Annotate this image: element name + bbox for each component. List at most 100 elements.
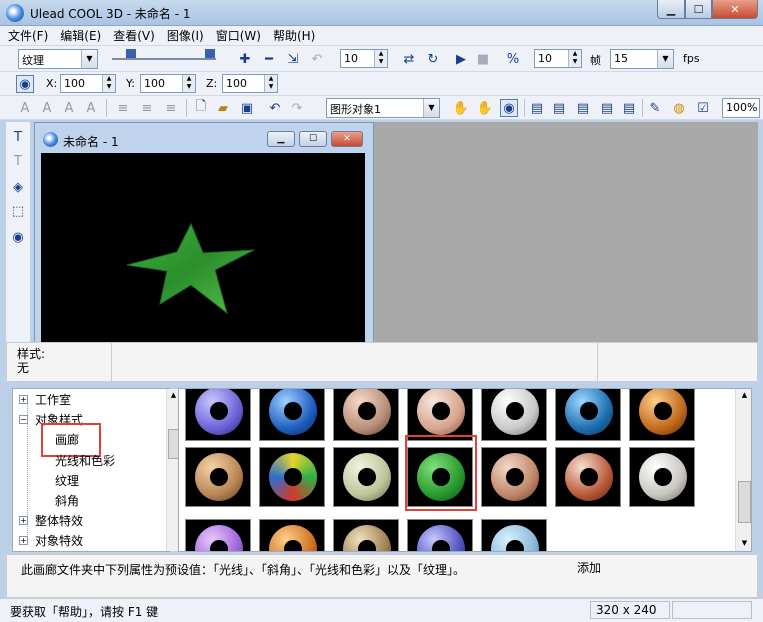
- gallery-thumb[interactable]: [185, 519, 251, 551]
- paint-icon[interactable]: ✎: [646, 99, 664, 117]
- split-keyframe-icon[interactable]: ⇲: [284, 50, 302, 68]
- gallery-thumb[interactable]: [333, 519, 399, 551]
- add-button[interactable]: 添加: [577, 559, 601, 576]
- scroll-thumb[interactable]: [738, 481, 751, 523]
- close-button[interactable]: ✕: [712, 0, 758, 19]
- gallery-thumb[interactable]: [259, 519, 325, 551]
- insert-graphic-icon[interactable]: ◈: [9, 178, 27, 196]
- gallery-thumb[interactable]: [259, 389, 325, 441]
- chevron-down-icon[interactable]: ▼: [657, 50, 673, 68]
- hand-icon[interactable]: ✋: [452, 99, 470, 117]
- timeline-start-marker[interactable]: [126, 49, 136, 58]
- remove-keyframe-icon[interactable]: ━: [260, 50, 278, 68]
- gallery-thumb[interactable]: [333, 389, 399, 441]
- zoom-field[interactable]: 100%: [722, 98, 760, 118]
- y-spin[interactable]: 100 ▲ ▼: [140, 74, 196, 93]
- gallery-thumb[interactable]: [481, 389, 547, 441]
- spin-arrows-icon[interactable]: ▲ ▼: [182, 75, 195, 92]
- arrange-backward-icon[interactable]: ▤: [574, 99, 592, 117]
- expand-icon[interactable]: +: [19, 516, 28, 525]
- tree-item-light-color[interactable]: 光线和色彩: [55, 452, 115, 469]
- undo-icon[interactable]: ↶: [266, 99, 284, 117]
- stop-icon[interactable]: ■: [474, 50, 492, 68]
- globe-icon[interactable]: ◍: [670, 99, 688, 117]
- style-combo[interactable]: 纹理 ▼: [18, 49, 98, 69]
- chevron-down-icon[interactable]: ▼: [423, 99, 439, 117]
- insert-text-icon[interactable]: T: [9, 128, 27, 146]
- gallery-thumb[interactable]: [259, 447, 325, 507]
- gallery-thumb[interactable]: [333, 447, 399, 507]
- x-spin[interactable]: 100 ▲ ▼: [60, 74, 116, 93]
- scroll-down-icon[interactable]: ▼: [739, 539, 750, 549]
- collapse-icon[interactable]: −: [19, 415, 28, 424]
- rotate-hand-icon[interactable]: ✋: [476, 99, 494, 117]
- star-object[interactable]: [41, 153, 365, 343]
- gallery-thumb[interactable]: [407, 389, 473, 441]
- menu-window[interactable]: 窗口(W): [216, 27, 261, 44]
- keyframe-spin[interactable]: 10 ▲ ▼: [340, 49, 388, 68]
- expand-icon[interactable]: +: [19, 395, 28, 404]
- gallery-thumb[interactable]: [185, 447, 251, 507]
- gallery-thumb[interactable]: [629, 389, 695, 441]
- text-spacing-icon[interactable]: A: [60, 99, 78, 117]
- timeline-end-marker[interactable]: [205, 49, 215, 58]
- reverse-icon[interactable]: ↶: [308, 50, 326, 68]
- maximize-button[interactable]: ☐: [685, 0, 712, 19]
- menu-view[interactable]: 查看(V): [113, 27, 155, 44]
- arrange-forward-icon[interactable]: ▤: [550, 99, 568, 117]
- gallery-scrollbar[interactable]: ▲ ▼: [735, 389, 751, 551]
- new-file-icon[interactable]: 🗋: [192, 99, 210, 117]
- loop-icon[interactable]: ⇄: [400, 50, 418, 68]
- arrange-front-icon[interactable]: ▤: [528, 99, 546, 117]
- menu-edit[interactable]: 编辑(E): [60, 27, 101, 44]
- move-object-icon[interactable]: ◉: [500, 99, 518, 117]
- gallery-thumb[interactable]: [481, 519, 547, 551]
- minimize-button[interactable]: ▁: [657, 0, 685, 19]
- expand-icon[interactable]: +: [19, 536, 28, 545]
- frame-count-spin[interactable]: 10 ▲ ▼: [534, 49, 582, 68]
- fps-combo[interactable]: 15 ▼: [610, 49, 674, 69]
- tree-item-bevel[interactable]: 斜角: [55, 492, 79, 509]
- eye-icon[interactable]: ◉: [9, 228, 27, 246]
- menu-image[interactable]: 图像(I): [167, 27, 204, 44]
- object-combo[interactable]: 图形对象1 ▼: [326, 98, 440, 118]
- timeline-slider-track[interactable]: [112, 58, 216, 60]
- arrange-back-icon[interactable]: ▤: [598, 99, 616, 117]
- doc-maximize-button[interactable]: ☐: [299, 131, 327, 147]
- add-keyframe-icon[interactable]: ✚: [236, 50, 254, 68]
- gallery-thumb[interactable]: [555, 389, 621, 441]
- spin-arrows-icon[interactable]: ▲ ▼: [264, 75, 277, 92]
- chevron-down-icon[interactable]: ▼: [81, 50, 97, 68]
- align-left-icon[interactable]: ≡: [114, 99, 132, 117]
- gallery-thumb[interactable]: [555, 447, 621, 507]
- move-object-icon[interactable]: ◉: [16, 75, 34, 93]
- spin-arrows-icon[interactable]: ▲ ▼: [568, 50, 581, 67]
- save-icon[interactable]: ▣: [238, 99, 256, 117]
- gallery-thumb[interactable]: [185, 389, 251, 441]
- text-bold-icon[interactable]: A: [16, 99, 34, 117]
- spin-arrows-icon[interactable]: ▲ ▼: [102, 75, 115, 92]
- render-canvas[interactable]: [41, 153, 365, 343]
- scroll-up-icon[interactable]: ▲: [739, 391, 750, 401]
- menu-file[interactable]: 文件(F): [8, 27, 48, 44]
- text-height-icon[interactable]: A: [82, 99, 100, 117]
- tree-item-texture[interactable]: 纹理: [55, 472, 79, 489]
- percent-icon[interactable]: %: [504, 50, 522, 68]
- text-italic-icon[interactable]: A: [38, 99, 56, 117]
- z-spin[interactable]: 100 ▲ ▼: [222, 74, 278, 93]
- gallery-thumb[interactable]: [407, 519, 473, 551]
- menu-help[interactable]: 帮助(H): [273, 27, 315, 44]
- edit-text-icon[interactable]: T: [9, 152, 27, 170]
- arrange-group-icon[interactable]: ▤: [620, 99, 638, 117]
- gallery-thumb[interactable]: [629, 447, 695, 507]
- doc-minimize-button[interactable]: ▁: [267, 131, 295, 147]
- align-center-icon[interactable]: ≡: [138, 99, 156, 117]
- redo-icon[interactable]: ↷: [288, 99, 306, 117]
- doc-close-button[interactable]: ✕: [331, 131, 363, 147]
- spin-arrows-icon[interactable]: ▲ ▼: [374, 50, 387, 67]
- refresh-icon[interactable]: ↻: [424, 50, 442, 68]
- select-icon[interactable]: ⬚: [9, 202, 27, 220]
- align-right-icon[interactable]: ≡: [162, 99, 180, 117]
- properties-icon[interactable]: ☑: [694, 99, 712, 117]
- play-icon[interactable]: ▶: [452, 50, 470, 68]
